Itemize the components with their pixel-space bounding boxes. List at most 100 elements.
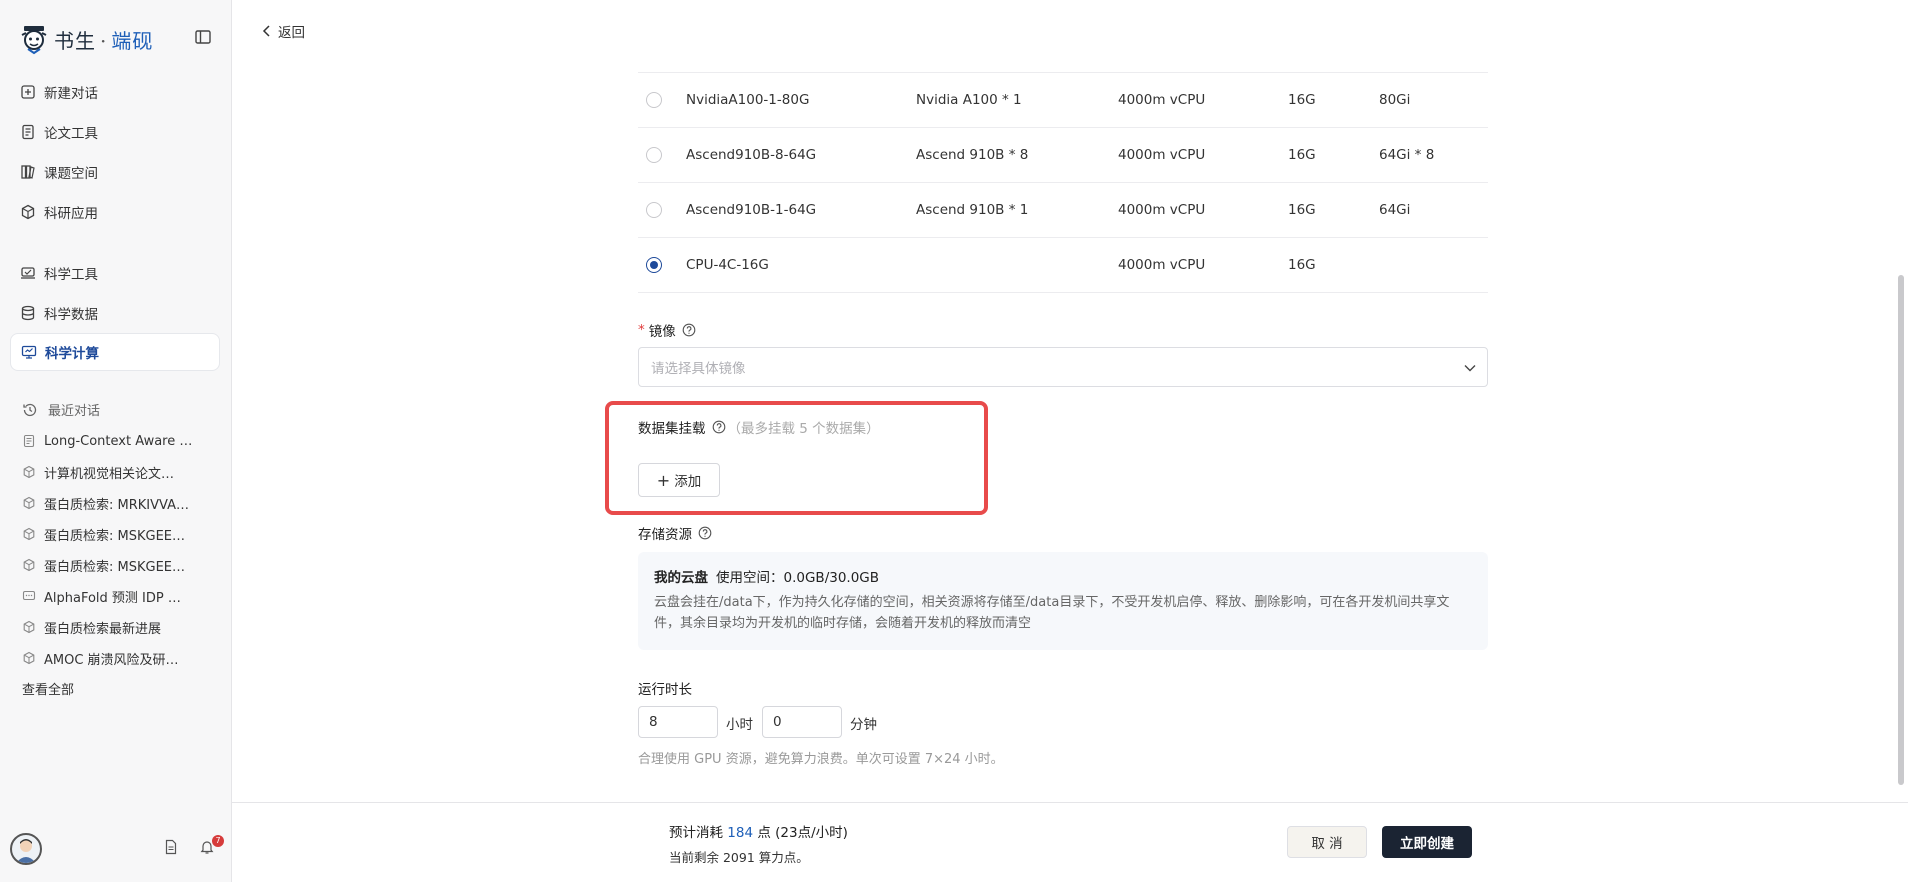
remaining-points: 当前剩余 2091 算力点。 (669, 850, 809, 865)
cancel-button[interactable]: 取 消 (1287, 826, 1367, 858)
recent-chat-item[interactable]: 蛋白质检索最新进展 (22, 614, 222, 640)
spec-cpu: 4000m vCPU (1118, 202, 1206, 218)
history-icon (23, 403, 37, 416)
nav-item-science-data[interactable]: 科学数据 (10, 294, 220, 332)
nav-label: 课题空间 (44, 166, 98, 182)
scholar-mascot-icon (21, 26, 47, 55)
cloud-disk-description: 云盘会挂在/data下，作为持久化存储的空间，相关资源将存储至/data目录下，… (654, 595, 1450, 631)
recent-chat-item[interactable]: 蛋白质检索: MSKGEE… (22, 552, 222, 578)
sidebar: 书生 · 端砚 新建对话 论文工具 课题空间 科研应用 科学工具 科学数据 科学计算… (0, 0, 232, 882)
tools-icon (21, 267, 35, 279)
document-icon (22, 124, 34, 140)
recent-chat-item[interactable]: 蛋白质检索: MRKIVVA… (22, 490, 222, 516)
resource-radio[interactable] (646, 202, 662, 218)
books-icon (21, 165, 35, 179)
cube-icon (23, 465, 35, 479)
back-button[interactable]: 返回 (260, 21, 305, 41)
minutes-unit: 分钟 (850, 717, 877, 733)
recent-chat-item[interactable]: AMOC 崩溃风险及研… (22, 645, 222, 671)
nav-label: 论文工具 (44, 126, 98, 142)
nav-label: 科学计算 (45, 346, 99, 362)
spec-name: Ascend910B-1-64G (686, 202, 817, 218)
storage-field-label: 存储资源 (638, 523, 712, 543)
help-icon[interactable] (698, 526, 712, 540)
cube-icon (21, 204, 35, 220)
scrollbar[interactable] (1898, 275, 1904, 785)
cube-icon (23, 620, 35, 634)
nav-item-new-chat[interactable]: 新建对话 (10, 73, 220, 111)
sidebar-toggle-icon[interactable] (194, 28, 212, 46)
nav-item-science-computing[interactable]: 科学计算 (10, 333, 220, 371)
spec-vram: 64Gi (1379, 202, 1411, 218)
chevron-down-icon (1464, 365, 1476, 372)
spec-name: Ascend910B-8-64G (686, 147, 817, 163)
cube-icon (23, 558, 35, 572)
dataset-field-label: 数据集挂载 （最多挂载 5 个数据集） (638, 417, 880, 437)
spec-memory: 16G (1288, 147, 1316, 163)
plus-square-icon (21, 85, 35, 99)
help-icon[interactable] (712, 420, 726, 434)
hours-input[interactable]: 8 (638, 706, 718, 738)
spec-memory: 16G (1288, 257, 1316, 273)
spec-vram: 64Gi * 8 (1379, 147, 1435, 163)
spec-memory: 16G (1288, 92, 1316, 108)
resource-radio-selected[interactable] (646, 257, 662, 273)
spec-gpu: Ascend 910B * 1 (916, 202, 1029, 218)
footer-bar (232, 802, 1908, 882)
create-now-button[interactable]: 立即创建 (1382, 826, 1472, 858)
cube-icon (23, 651, 35, 665)
nav-item-topic-space[interactable]: 课题空间 (10, 153, 220, 191)
nav-item-science-tools[interactable]: 科学工具 (10, 254, 220, 292)
image-field-label: * 镜像 (638, 320, 696, 340)
nav-item-paper-tools[interactable]: 论文工具 (10, 113, 220, 151)
table-top-border (638, 55, 1488, 73)
document-icon[interactable] (163, 839, 179, 855)
image-select[interactable]: 请选择具体镜像 (638, 347, 1488, 387)
nav-label: 新建对话 (44, 86, 98, 102)
recent-chats-heading: 最近对话 (22, 400, 100, 419)
cube-icon (23, 496, 35, 510)
recent-chat-item[interactable]: Long-Context Aware … (22, 428, 222, 454)
avatar-image-icon (16, 839, 36, 863)
resource-radio[interactable] (646, 147, 662, 163)
nav-item-research-apps[interactable]: 科研应用 (10, 193, 220, 231)
cloud-disk-info: 我的云盘 使用空间：0.0GB/30.0GB 云盘会挂在/data下，作为持久化存… (638, 552, 1488, 650)
spec-name: CPU-4C-16G (686, 257, 769, 273)
recent-chat-item[interactable]: 计算机视觉相关论文… (22, 459, 222, 485)
app-logo[interactable]: 书生 · 端砚 (18, 22, 153, 56)
nav-label: 科学工具 (44, 267, 98, 283)
spec-gpu: Ascend 910B * 8 (916, 147, 1029, 163)
spec-cpu: 4000m vCPU (1118, 147, 1206, 163)
chevron-left-icon (262, 25, 270, 37)
chat-icon (22, 590, 36, 601)
runtime-hint: 合理使用 GPU 资源，避免算力浪费。单次可设置 7×24 小时。 (638, 752, 1004, 767)
monitor-icon (21, 345, 37, 359)
brand-name: 书生 · 端砚 (54, 28, 154, 53)
recent-chat-item[interactable]: AlphaFold 预测 IDP … (22, 583, 222, 609)
resource-spec-table: NvidiaA100-1-80G Nvidia A100 * 1 4000m v… (638, 55, 1488, 293)
database-icon (21, 305, 35, 321)
table-row[interactable]: CPU-4C-16G 4000m vCPU 16G (638, 238, 1488, 293)
document-icon (23, 434, 35, 448)
dataset-hint: （最多挂载 5 个数据集） (727, 421, 880, 437)
plus-icon: + (656, 470, 671, 490)
spec-cpu: 4000m vCPU (1118, 92, 1206, 108)
user-avatar[interactable] (10, 833, 42, 865)
table-row[interactable]: NvidiaA100-1-80G Nvidia A100 * 1 4000m v… (638, 73, 1488, 128)
minutes-input[interactable]: 0 (762, 706, 842, 738)
add-dataset-button[interactable]: + 添加 (638, 463, 720, 497)
recent-chat-item[interactable]: 蛋白质检索: MSKGEE… (22, 521, 222, 547)
runtime-field-label: 运行时长 (638, 682, 692, 698)
hours-unit: 小时 (726, 717, 753, 733)
resource-radio[interactable] (646, 92, 662, 108)
spec-vram: 80Gi (1379, 92, 1411, 108)
view-all-link[interactable]: 查看全部 (22, 679, 74, 698)
estimated-cost: 预计消耗 184 点 (23点/小时) (669, 825, 848, 841)
help-icon[interactable] (682, 323, 696, 337)
spec-cpu: 4000m vCPU (1118, 257, 1206, 273)
nav-label: 科研应用 (44, 206, 98, 222)
table-row[interactable]: Ascend910B-8-64G Ascend 910B * 8 4000m v… (638, 128, 1488, 183)
table-row[interactable]: Ascend910B-1-64G Ascend 910B * 1 4000m v… (638, 183, 1488, 238)
notification-badge: 7 (212, 835, 224, 847)
spec-gpu: Nvidia A100 * 1 (916, 92, 1022, 108)
